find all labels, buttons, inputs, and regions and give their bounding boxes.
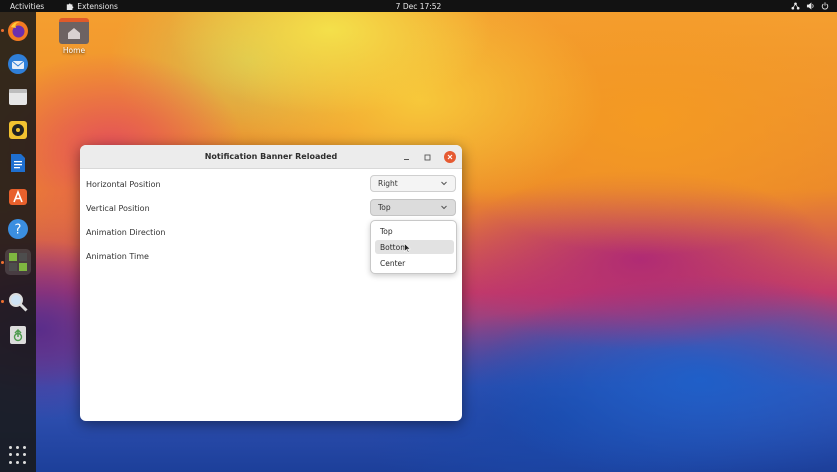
animation-direction-label: Animation Direction [86,227,166,237]
svg-text:?: ? [15,223,22,238]
firefox-launcher[interactable] [5,18,31,44]
firefox-icon [8,21,28,41]
volume-icon [806,2,814,10]
files-icon [9,89,27,105]
extensions-launcher[interactable] [5,249,31,275]
extensions-menu[interactable]: Extensions [66,2,118,11]
home-label: Home [62,46,86,55]
window-title: Notification Banner Reloaded [204,152,338,161]
close-button[interactable] [444,151,456,163]
maximize-icon [424,154,430,160]
horizontal-position-dropdown[interactable]: Right [370,175,456,192]
dock: ? [0,12,36,472]
grid-dot [23,453,26,457]
puzzle-icon [67,3,74,10]
mouse-cursor-icon [404,243,411,253]
files-launcher[interactable] [5,84,31,110]
image-viewer-launcher[interactable] [5,289,31,315]
running-indicator [1,261,4,264]
rhythmbox-launcher[interactable] [5,117,31,143]
horizontal-position-label: Horizontal Position [86,179,161,189]
help-icon: ? [8,219,28,239]
help-launcher[interactable]: ? [5,216,31,242]
thunderbird-icon [8,54,28,74]
grid-dot [16,460,19,464]
vertical-position-value: Top [378,203,391,212]
dropdown-option-top[interactable]: Top [375,224,454,238]
writer-icon [11,154,25,172]
dropdown-option-center[interactable]: Center [375,256,454,270]
activities-button[interactable]: Activities [0,2,44,11]
chevron-down-icon [441,181,447,186]
clock[interactable]: 7 Dec 17:52 [396,2,442,11]
power-icon [821,2,829,10]
system-tray[interactable] [791,2,829,10]
grid-dot [23,446,26,449]
grid-dot [23,460,26,464]
grid-dot [16,453,19,457]
window-titlebar[interactable]: Notification Banner Reloaded [80,145,462,169]
extensions-label: Extensions [77,1,118,11]
minimize-icon [403,158,409,160]
grid-dot [9,446,12,449]
animation-time-label: Animation Time [86,251,149,261]
trash-launcher[interactable] [5,322,31,348]
grid-dot [16,446,19,449]
chevron-down-icon [441,205,447,210]
home-folder-icon [59,18,89,44]
thunderbird-launcher[interactable] [5,51,31,77]
desktop-home-folder[interactable]: Home [56,18,92,55]
minimize-button[interactable] [400,151,412,163]
writer-launcher[interactable] [5,150,31,176]
vertical-position-popover: Top Bottom Center [370,220,457,274]
show-apps-button[interactable] [9,446,27,464]
maximize-button[interactable] [421,151,433,163]
extensions-icon [9,253,27,271]
network-icon [791,2,800,10]
software-launcher[interactable] [5,183,31,209]
horizontal-position-value: Right [378,179,398,188]
grid-dot [9,453,12,457]
running-indicator [1,300,4,303]
close-icon [447,154,453,160]
trash-icon [10,326,26,344]
vertical-position-label: Vertical Position [86,203,150,213]
vertical-position-dropdown[interactable]: Top [370,199,456,216]
image-viewer-icon [9,293,28,312]
dropdown-option-bottom[interactable]: Bottom [375,240,454,254]
rhythmbox-icon [9,121,27,139]
settings-window: Notification Banner Reloaded Horizontal … [80,145,462,421]
software-icon [9,189,27,205]
grid-dot [9,460,12,464]
running-indicator [1,29,4,32]
top-bar: Activities Extensions 7 Dec 17:52 [0,0,837,12]
